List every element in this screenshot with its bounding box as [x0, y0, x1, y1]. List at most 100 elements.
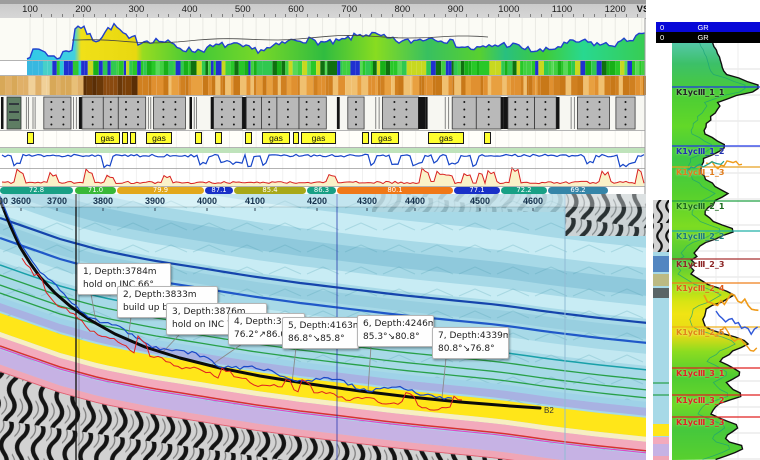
ruler-minor-tick [519, 14, 520, 17]
ruler-minor-tick [126, 14, 127, 17]
gas-tick-box [215, 132, 222, 144]
ruler-minor-tick [232, 14, 233, 17]
gas-label-box: gas [262, 132, 290, 144]
ruler-minor-tick [328, 14, 329, 17]
ruler-minor-tick [41, 14, 42, 17]
segment-value: 87.1 [205, 187, 233, 194]
depth-tick-label: 4600 [523, 196, 543, 206]
gas-tick-box [293, 132, 299, 144]
ruler-minor-tick [413, 14, 414, 17]
gas-shows-track[interactable]: gasgasgasgasgasgas [0, 131, 648, 147]
ruler-minor-tick [179, 14, 180, 17]
ruler-minor-tick [594, 14, 595, 17]
ruler-minor-tick [147, 14, 148, 17]
gas-label-box: gas [371, 132, 399, 144]
ruler-minor-tick [222, 14, 223, 17]
ruler-minor-tick [30, 14, 31, 17]
segment-value: 85.4 [234, 187, 306, 194]
gas-tick-box [362, 132, 369, 144]
gas-label-box: gas [428, 132, 464, 144]
horizon-label: K1ycⅢ_2_3 [676, 260, 724, 269]
depth-tick-label: 3700 [47, 196, 67, 206]
depth-tick-label: 4200 [307, 196, 327, 206]
log-tracks-canvas[interactable] [0, 18, 648, 194]
ruler-minor-tick [498, 14, 499, 17]
depth-tick-label: 4400 [405, 196, 425, 206]
annotation-line-1: 6, Depth:4246m [363, 318, 428, 331]
depth-tick-label: 3600 [11, 196, 31, 206]
annotation-line-1: 5, Depth:4163m [288, 320, 353, 333]
depth-annotation[interactable]: 6, Depth:4246m85.3°↘80.8° [357, 315, 434, 347]
gas-label-box: gas [301, 132, 336, 144]
horizon-label: K1ycⅢ_2_2 [676, 232, 724, 241]
gr-header-row-2[interactable]: 0 GR [656, 32, 760, 43]
segment-value: 69.2 [548, 187, 608, 194]
gr-min-value: 0 [660, 33, 664, 42]
ruler-minor-tick [456, 14, 457, 17]
horizon-label: K1ycⅢ_2_5 [676, 328, 724, 337]
ruler-minor-tick [477, 14, 478, 17]
segment-value: 79.9 [117, 187, 204, 194]
horizon-label: K1ycⅢ_2_1 [676, 202, 724, 211]
ruler-minor-tick [264, 14, 265, 17]
depth-annotation[interactable]: 5, Depth:4163m86.8°↘85.8° [282, 317, 359, 349]
ruler-minor-tick [105, 14, 106, 17]
ruler-minor-tick [62, 14, 63, 17]
ruler-minor-tick [466, 14, 467, 17]
horizon-label: K1ycⅢ_3_2 [676, 396, 724, 405]
annotation-line-1: 2, Depth:3833m [123, 289, 212, 302]
ruler-minor-tick [626, 14, 627, 17]
ruler-minor-tick [488, 14, 489, 17]
annotation-line-2: 85.3°↘80.8° [363, 331, 428, 344]
ruler-minor-tick [381, 14, 382, 17]
depth-tick-label: 3900 [145, 196, 165, 206]
horizon-label: K1ycⅢ_1_3 [676, 168, 724, 177]
ruler-minor-tick [307, 14, 308, 17]
vs-ruler[interactable]: 100200300400500600700800900100011001200V… [0, 0, 656, 19]
gas-tick-box [27, 132, 34, 144]
ruler-minor-tick [551, 14, 552, 17]
gas-tick-box [484, 132, 491, 144]
gas-tick-box [195, 132, 202, 144]
ruler-minor-tick [349, 14, 350, 17]
ruler-minor-tick [573, 14, 574, 17]
depth-tick-label: 4000 [197, 196, 217, 206]
gr-header-row-1[interactable]: 0 GR [656, 22, 760, 32]
ruler-minor-tick [615, 14, 616, 17]
horizon-label: K1ycⅢ_3_3 [676, 418, 724, 427]
depth-tick-label: 4100 [245, 196, 265, 206]
gas-tick-box [122, 132, 128, 144]
ruler-minor-tick [190, 14, 191, 17]
annotation-line-1: 1, Depth:3784m [83, 266, 165, 279]
ruler-minor-tick [285, 14, 286, 17]
segment-value: 86.3 [307, 187, 336, 194]
segment-value: 71.0 [75, 187, 116, 194]
ruler-minor-tick [562, 14, 563, 17]
ruler-minor-tick [424, 14, 425, 17]
correlation-segment-bar[interactable]: 72.871.079.987.185.486.380.177.172.269.2 [0, 187, 648, 194]
ruler-minor-tick [402, 14, 403, 17]
trajectory-end-label: B2 [544, 406, 554, 415]
horizon-label: K1ycⅢ_2_4 [676, 284, 724, 293]
ruler-minor-tick [115, 14, 116, 17]
ruler-minor-tick [445, 14, 446, 17]
annotation-line-2: 80.8°↘76.8° [438, 343, 503, 356]
depth-annotation[interactable]: 7, Depth:4339m80.8°↘76.8° [432, 327, 509, 359]
ruler-minor-tick [583, 14, 584, 17]
ruler-minor-tick [530, 14, 531, 17]
horizon-label: K1ycⅢ_1_2 [676, 147, 724, 156]
seismic-section-view[interactable]: B200360037003800390040004100420043004400… [0, 194, 648, 460]
segment-value: 72.8 [0, 187, 73, 194]
ruler-minor-tick [73, 14, 74, 17]
segment-value: 77.1 [454, 187, 500, 194]
gr-correlation-panel[interactable]: 0 GR 0 GR [646, 0, 760, 460]
gas-tick-box [130, 132, 136, 144]
ruler-minor-tick [275, 14, 276, 17]
depth-tick-label: 00 [0, 196, 8, 206]
ruler-minor-tick [168, 14, 169, 17]
depth-tick-label: 4500 [470, 196, 490, 206]
ruler-minor-tick [637, 14, 638, 17]
depth-tick-label: 4300 [357, 196, 377, 206]
ruler-minor-tick [94, 14, 95, 17]
ruler-minor-tick [605, 14, 606, 17]
